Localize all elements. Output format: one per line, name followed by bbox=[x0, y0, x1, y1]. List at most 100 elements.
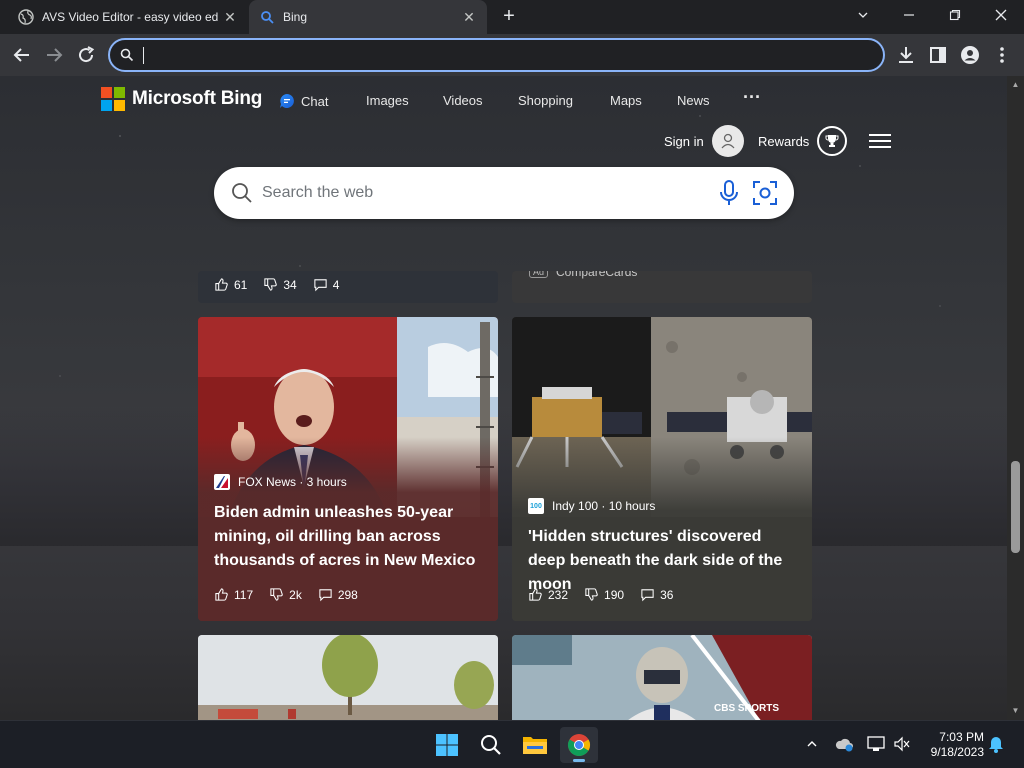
card-metrics: 232 190 36 bbox=[528, 587, 689, 602]
thumbs-down-icon bbox=[264, 278, 278, 291]
volume-muted-icon[interactable] bbox=[892, 734, 912, 754]
more-menu-icon[interactable] bbox=[990, 43, 1014, 67]
page-scrollbar[interactable]: ▲ ▼ bbox=[1007, 76, 1024, 720]
comment-icon bbox=[641, 589, 654, 602]
dislike-count: 2k bbox=[289, 587, 302, 602]
nav-videos[interactable]: Videos bbox=[443, 93, 483, 108]
visual-search-icon[interactable] bbox=[752, 180, 778, 206]
text-caret bbox=[143, 47, 144, 64]
tab-avs-video-editor[interactable]: AVS Video Editor - easy video ed ✕ bbox=[8, 0, 248, 34]
news-source: FOX News · 3 hours bbox=[214, 474, 347, 490]
close-tab-icon[interactable]: ✕ bbox=[461, 9, 477, 26]
card-metrics: 117 2k 298 bbox=[214, 587, 374, 602]
like-button[interactable]: 61 bbox=[214, 277, 247, 292]
source-label: FOX News · 3 hours bbox=[238, 475, 347, 489]
running-indicator bbox=[573, 759, 585, 762]
file-explorer-icon[interactable] bbox=[516, 727, 554, 763]
news-card-partial[interactable]: CBS SPORTS bbox=[512, 635, 812, 720]
dislike-button[interactable]: 34 bbox=[263, 277, 297, 292]
address-bar[interactable] bbox=[108, 38, 885, 72]
globe-icon bbox=[18, 9, 34, 25]
reload-icon[interactable] bbox=[74, 43, 98, 67]
search-icon bbox=[120, 48, 134, 62]
bing-logo[interactable]: Microsoft Bing bbox=[101, 87, 262, 111]
forward-arrow-icon[interactable] bbox=[42, 43, 66, 67]
nav-more-icon[interactable]: ··· bbox=[743, 87, 761, 108]
dislike-button[interactable]: 190 bbox=[584, 587, 624, 602]
search-icon[interactable] bbox=[472, 727, 510, 763]
back-arrow-icon[interactable] bbox=[10, 43, 34, 67]
search-icon bbox=[232, 183, 252, 203]
comment-button[interactable]: 298 bbox=[318, 587, 358, 602]
restore-icon[interactable] bbox=[942, 4, 968, 28]
dislike-button[interactable]: 2k bbox=[269, 587, 302, 602]
comment-count: 4 bbox=[332, 277, 340, 292]
comment-button[interactable]: 36 bbox=[640, 587, 673, 602]
nav-chat[interactable]: Chat bbox=[279, 93, 328, 109]
rewards-label: Rewards bbox=[758, 133, 810, 149]
bing-header: Microsoft Bing Chat Images Videos Shoppi… bbox=[0, 76, 1007, 157]
comment-icon bbox=[319, 589, 332, 602]
news-card-moon[interactable]: 100 Indy 100 · 10 hours 'Hidden structur… bbox=[512, 317, 812, 621]
clock-time: 7:03 PM bbox=[939, 730, 984, 744]
news-card-biden[interactable]: FOX News · 3 hours Biden admin unleashes… bbox=[198, 317, 498, 621]
brand-name: Microsoft Bing bbox=[132, 88, 263, 109]
scroll-thumb[interactable] bbox=[1011, 461, 1020, 553]
browser-toolbar bbox=[0, 34, 1024, 76]
show-hidden-icons-chevron-icon[interactable] bbox=[802, 734, 822, 754]
rewards-button[interactable]: Rewards bbox=[758, 124, 848, 158]
new-tab-button[interactable]: + bbox=[497, 5, 521, 29]
system-clock[interactable]: 7:03 PM 9/18/2023 bbox=[922, 730, 984, 760]
comment-button[interactable]: 4 bbox=[313, 277, 340, 292]
page-viewport: Microsoft Bing Chat Images Videos Shoppi… bbox=[0, 76, 1007, 720]
download-icon[interactable] bbox=[894, 43, 918, 67]
sign-in-button[interactable]: Sign in bbox=[664, 124, 744, 158]
thumbs-up-icon bbox=[215, 588, 228, 601]
source-label: Indy 100 · 10 hours bbox=[552, 499, 656, 513]
windows-start-icon[interactable] bbox=[428, 727, 466, 763]
hamburger-menu-icon[interactable] bbox=[869, 131, 891, 151]
scroll-down-icon[interactable]: ▼ bbox=[1011, 706, 1020, 715]
close-tab-icon[interactable]: ✕ bbox=[222, 9, 238, 26]
windows-taskbar: 7:03 PM 9/18/2023 bbox=[0, 720, 1024, 768]
notification-bell-icon[interactable] bbox=[986, 734, 1006, 754]
chrome-icon[interactable] bbox=[560, 727, 598, 763]
scroll-up-icon[interactable]: ▲ bbox=[1011, 80, 1020, 89]
microsoft-logo-icon bbox=[101, 87, 125, 111]
indy100-logo-icon: 100 bbox=[528, 498, 544, 514]
dislike-count: 34 bbox=[283, 277, 297, 292]
news-card-partial[interactable] bbox=[198, 635, 498, 720]
user-avatar-icon bbox=[711, 125, 744, 157]
bing-search-box[interactable] bbox=[214, 167, 794, 219]
side-panel-icon[interactable] bbox=[926, 43, 950, 67]
address-input[interactable] bbox=[142, 44, 862, 66]
tab-strip: AVS Video Editor - easy video ed ✕ Bing … bbox=[0, 0, 1024, 34]
ad-source-line: Ad CompareCards bbox=[529, 271, 637, 279]
bing-search-input[interactable] bbox=[262, 181, 702, 205]
tab-bing[interactable]: Bing ✕ bbox=[249, 0, 487, 34]
nav-news[interactable]: News bbox=[677, 93, 710, 108]
onedrive-icon[interactable] bbox=[834, 734, 854, 754]
news-headline[interactable]: Biden admin unleashes 50-year mining, oi… bbox=[214, 501, 486, 573]
like-button[interactable]: 117 bbox=[214, 587, 253, 602]
thumbs-up-icon bbox=[215, 278, 228, 291]
network-icon[interactable] bbox=[866, 734, 886, 754]
background-mountains bbox=[0, 406, 1007, 546]
close-window-icon[interactable] bbox=[988, 4, 1014, 28]
nav-images[interactable]: Images bbox=[366, 93, 409, 108]
sign-in-label: Sign in bbox=[664, 133, 704, 149]
like-button[interactable]: 232 bbox=[528, 587, 568, 602]
microphone-icon[interactable] bbox=[718, 179, 740, 207]
ad-source: CompareCards bbox=[556, 271, 638, 279]
nav-shopping[interactable]: Shopping bbox=[518, 93, 573, 108]
news-card-partial[interactable]: 61 34 4 bbox=[198, 271, 498, 303]
profile-icon[interactable] bbox=[958, 43, 982, 67]
thumbs-down-icon bbox=[585, 588, 598, 601]
minimize-icon[interactable] bbox=[896, 4, 922, 28]
nav-chat-label: Chat bbox=[301, 93, 329, 109]
ad-card-partial[interactable]: Ad CompareCards bbox=[512, 271, 812, 303]
comment-icon bbox=[314, 279, 327, 292]
nav-maps[interactable]: Maps bbox=[610, 93, 642, 108]
tab-search-chevron-icon[interactable] bbox=[850, 4, 876, 28]
tab-title: Bing bbox=[283, 10, 308, 24]
